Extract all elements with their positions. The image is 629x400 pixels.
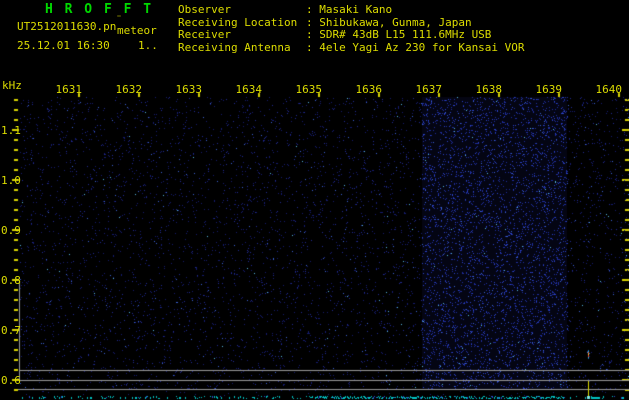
app-title: H R O F F T: [45, 2, 154, 17]
x-axis-label: 1640: [595, 83, 623, 96]
receiver-value: : SDR# 43dB L15 111.6MHz USB: [306, 28, 492, 41]
receiver-label: Receiver: [178, 28, 231, 41]
observation-datetime: 25.12.01 16:30: [17, 39, 110, 52]
y-axis-label: 1.0: [1, 174, 21, 187]
x-axis-label: 1635: [295, 83, 323, 96]
y-axis-label: 0.7: [1, 324, 21, 337]
sequence-counter: 1..: [138, 39, 158, 52]
observer-label: Observer: [178, 3, 231, 16]
station-name: meteor: [117, 24, 157, 37]
y-axis-label: 1.1: [1, 124, 21, 137]
antenna-value: : 4ele Yagi Az 230 for Kansai VOR: [306, 41, 525, 54]
y-axis-label: 0.6: [1, 374, 21, 387]
x-axis-label: 1637: [415, 83, 443, 96]
y-axis-label: 0.8: [1, 274, 21, 287]
y-axis-label: 0.9: [1, 224, 21, 237]
y-axis-unit: kHz: [2, 79, 22, 92]
hrofft-screen: { "header": { "title": "H R O F F T", "f…: [0, 0, 629, 400]
x-axis-label: 1631: [55, 83, 83, 96]
image-filename: UT2512011630.pn: [17, 20, 117, 33]
x-axis-label: 1633: [175, 83, 203, 96]
x-axis-label: 1636: [355, 83, 383, 96]
antenna-label: Receiving Antenna: [178, 41, 291, 54]
observer-value: : Masaki Kano: [306, 3, 393, 16]
x-axis-label: 1632: [115, 83, 143, 96]
x-axis-label: 1639: [535, 83, 563, 96]
x-axis-label: 1638: [475, 83, 503, 96]
x-axis-label: 1634: [235, 83, 263, 96]
spectrogram-canvas: [0, 0, 629, 400]
